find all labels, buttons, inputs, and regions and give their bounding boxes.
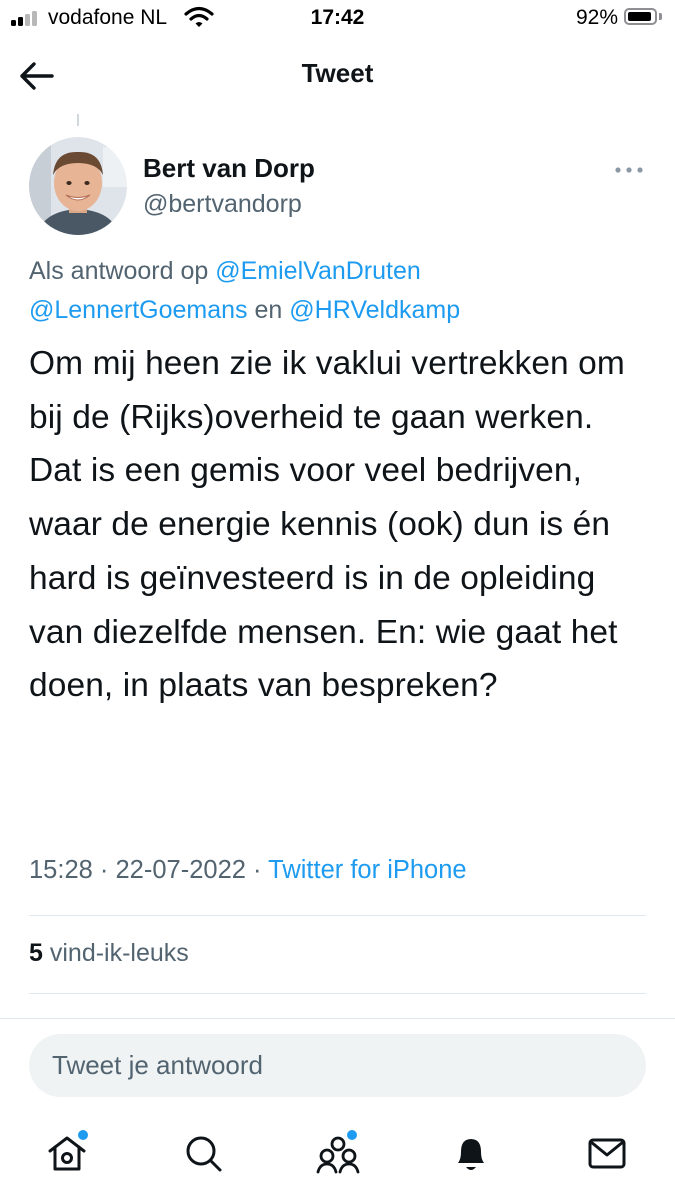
author-avatar[interactable] [29, 137, 127, 235]
reply-input[interactable]: Tweet je antwoord [29, 1034, 646, 1097]
mention-link[interactable]: @HRVeldkamp [289, 296, 460, 324]
mention-link[interactable]: @EmielVanDruten [215, 257, 421, 285]
more-options-button[interactable] [612, 160, 646, 180]
reply-context-joiner: en [254, 296, 283, 324]
status-time: 17:42 [310, 6, 365, 29]
more-dots-icon [615, 167, 643, 173]
likes-count-link[interactable]: 5 vind-ik-leuks [29, 939, 189, 968]
mention-link[interactable]: @LennertGoemans [29, 296, 248, 324]
page-title: Tweet [301, 58, 374, 88]
tab-messages[interactable] [584, 1130, 630, 1176]
thread-connector-line [77, 114, 79, 126]
meta-separator: · [253, 856, 262, 884]
messages-envelope-icon [588, 1138, 626, 1169]
battery-tip [659, 13, 662, 20]
tweet-text: Om mij heen zie ik vaklui vertrekken om … [29, 345, 625, 705]
status-bar: vodafone NL 17:42 92% [0, 0, 675, 38]
reply-context: Als antwoord op @EmielVanDruten @Lennert… [29, 252, 649, 330]
battery-percentage: 92% [575, 6, 618, 29]
communities-notification-dot [347, 1130, 357, 1140]
author-handle[interactable]: @bertvandorp [143, 190, 302, 219]
tweet-meta: 15:28 · 22-07-2022 · Twitter for iPhone [29, 856, 467, 885]
composer-divider [0, 1018, 675, 1019]
tweet-date: 22-07-2022 [115, 856, 246, 884]
likes-count: 5 [29, 939, 43, 967]
likes-label: vind-ik-leuks [49, 939, 189, 967]
tweet-source-link[interactable]: Twitter for iPhone [268, 856, 466, 884]
tab-search[interactable] [180, 1130, 226, 1176]
divider [29, 993, 646, 994]
author-display-name[interactable]: Bert van Dorp [143, 153, 315, 184]
meta-separator: · [99, 856, 109, 884]
reply-context-prefix: Als antwoord op [29, 257, 209, 285]
tab-notifications[interactable] [448, 1130, 494, 1176]
notifications-bell-icon [458, 1139, 484, 1170]
home-notification-dot [78, 1130, 88, 1140]
avatar-photo [29, 137, 127, 235]
battery-icon [624, 8, 657, 25]
reply-placeholder: Tweet je antwoord [52, 1050, 264, 1080]
search-icon [186, 1136, 222, 1172]
divider [29, 915, 646, 916]
tweet-time: 15:28 [29, 856, 93, 884]
navigation-header: Tweet [0, 38, 675, 114]
